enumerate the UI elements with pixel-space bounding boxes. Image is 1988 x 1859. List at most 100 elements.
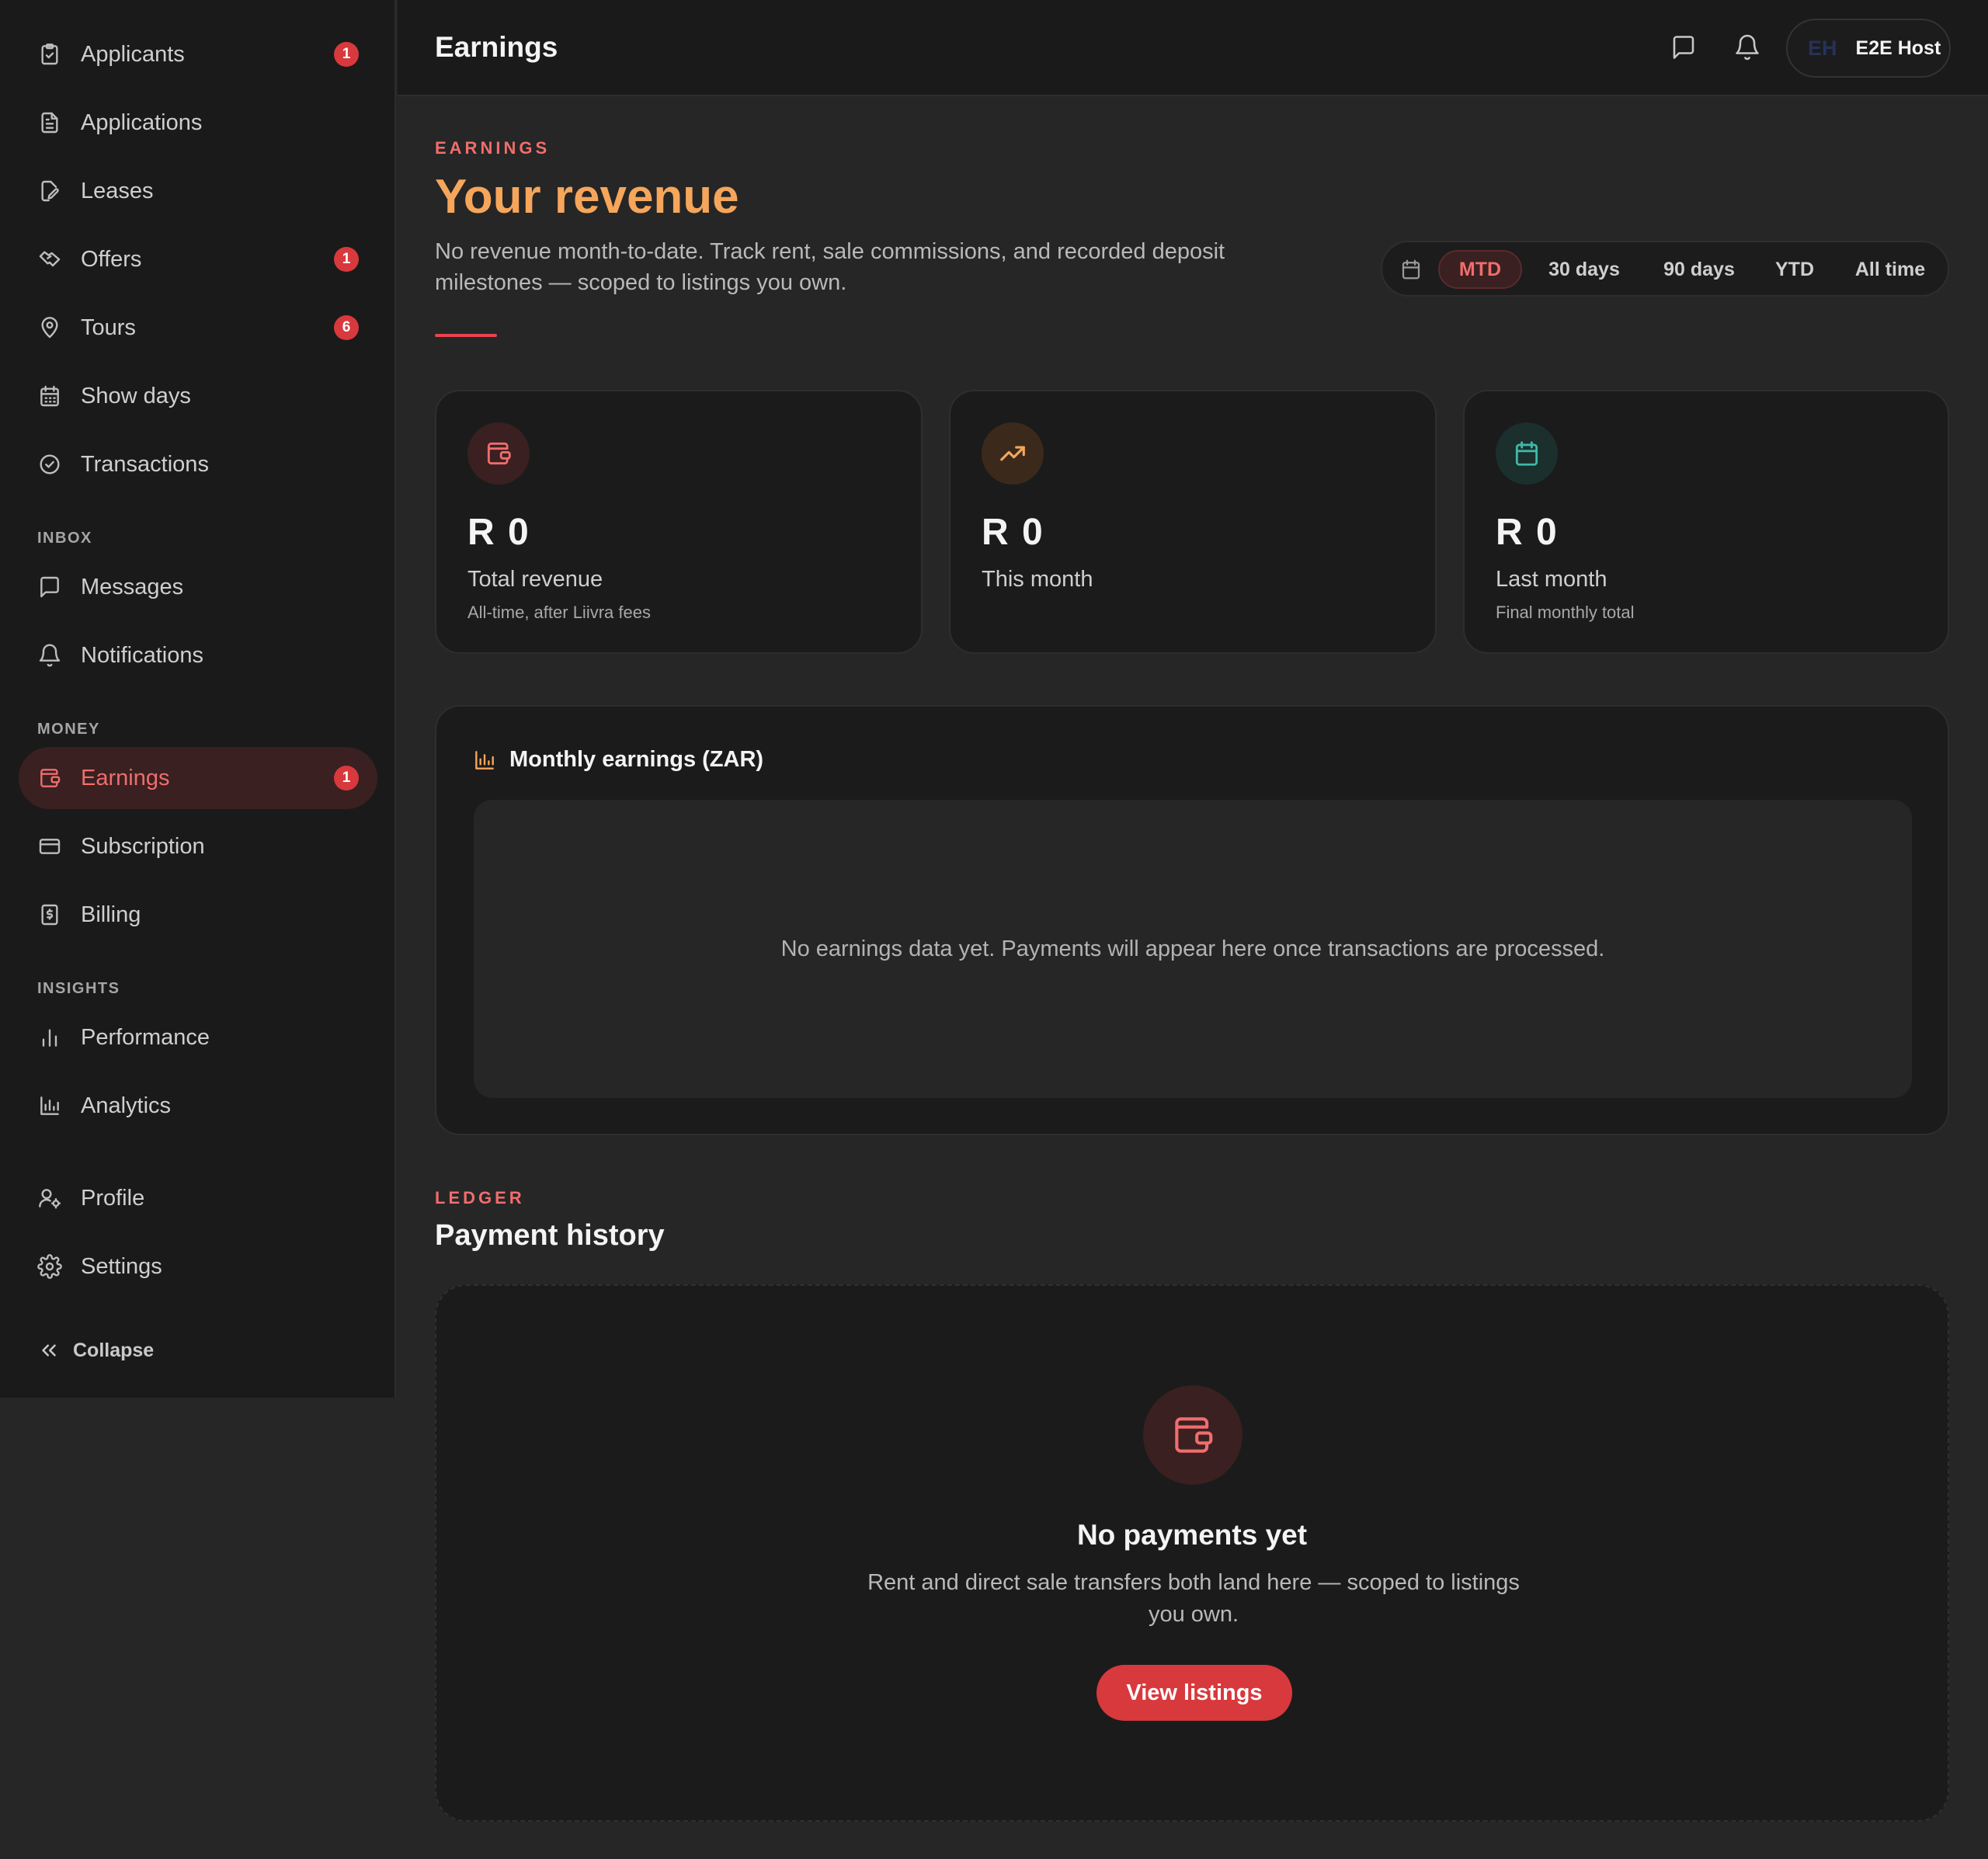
sidebar-item-offers[interactable]: Offers 1 bbox=[19, 228, 377, 290]
chevrons-left-icon bbox=[42, 1344, 56, 1357]
sidebar-item-analytics[interactable]: Analytics bbox=[19, 1075, 377, 1137]
sidebar-item-profile[interactable]: Profile bbox=[19, 1167, 377, 1229]
sidebar-item-label: Earnings bbox=[81, 765, 170, 791]
stat-card-this-month: R 0 This month bbox=[949, 390, 1437, 654]
calendar-grid-icon bbox=[40, 385, 59, 407]
range-option-ytd[interactable]: YTD bbox=[1760, 250, 1830, 289]
sidebar-item-applications[interactable]: Applications bbox=[19, 92, 377, 154]
view-listings-button[interactable]: View listings bbox=[1097, 1665, 1292, 1721]
empty-state-icon-badge bbox=[1143, 1385, 1242, 1485]
bell-icon[interactable] bbox=[1733, 33, 1761, 61]
sidebar-item-show-days[interactable]: Show days bbox=[19, 365, 377, 427]
pen-document-icon bbox=[41, 180, 59, 202]
sidebar-item-notifications[interactable]: Notifications bbox=[19, 624, 377, 686]
count-badge: 1 bbox=[334, 247, 359, 272]
trending-up-icon bbox=[1000, 446, 1025, 461]
sidebar-item-label: Applications bbox=[81, 109, 203, 135]
document-icon bbox=[41, 112, 58, 134]
sidebar-item-subscription[interactable]: Subscription bbox=[19, 815, 377, 877]
map-pin-icon bbox=[41, 317, 58, 339]
collapse-label: Collapse bbox=[73, 1339, 155, 1361]
count-badge: 1 bbox=[334, 42, 359, 67]
sidebar: Applicants 1 Applications Leases Offers … bbox=[0, 0, 396, 1398]
accent-divider bbox=[435, 334, 497, 337]
sidebar-item-label: Show days bbox=[81, 383, 191, 408]
sidebar-item-messages[interactable]: Messages bbox=[19, 556, 377, 618]
sidebar-item-label: Notifications bbox=[81, 642, 203, 668]
ledger-title: Payment history bbox=[435, 1219, 665, 1252]
ledger-eyebrow: LEDGER bbox=[435, 1188, 525, 1207]
count-badge: 1 bbox=[334, 766, 359, 791]
stat-sublabel: Final monthly total bbox=[1496, 603, 1635, 622]
section-heading-money: MONEY bbox=[37, 721, 100, 738]
sidebar-item-label: Subscription bbox=[81, 833, 205, 859]
range-option-90-days[interactable]: 90 days bbox=[1645, 250, 1753, 289]
message-icon bbox=[40, 576, 59, 598]
calendar-icon bbox=[1515, 441, 1538, 466]
section-eyebrow: EARNINGS bbox=[435, 138, 551, 158]
chart-empty-state: No earnings data yet. Payments will appe… bbox=[474, 800, 1912, 1098]
stat-value: R 0 bbox=[1496, 512, 1559, 553]
handshake-icon bbox=[39, 251, 61, 267]
chart-header: Monthly earnings (ZAR) bbox=[472, 747, 763, 773]
user-menu-button[interactable]: EH E2E Host bbox=[1786, 19, 1951, 78]
empty-state-title: No payments yet bbox=[1076, 1519, 1308, 1551]
sidebar-item-applicants[interactable]: Applicants 1 bbox=[19, 23, 377, 85]
sidebar-item-billing[interactable]: Billing bbox=[19, 884, 377, 946]
stat-sublabel: All-time, after Liivra fees bbox=[467, 603, 651, 622]
wallet-icon bbox=[1175, 1417, 1213, 1453]
sidebar-item-transactions[interactable]: Transactions bbox=[19, 433, 377, 495]
payment-history-card: No payments yet Rent and direct sale tra… bbox=[435, 1284, 1949, 1822]
section-heading-insights: INSIGHTS bbox=[37, 980, 120, 997]
avatar: EH bbox=[1808, 36, 1837, 60]
sidebar-item-leases[interactable]: Leases bbox=[19, 160, 377, 222]
chart-title: Monthly earnings (ZAR) bbox=[509, 747, 764, 772]
user-name: E2E Host bbox=[1855, 36, 1941, 59]
range-option-all-time[interactable]: All time bbox=[1836, 250, 1945, 289]
credit-card-icon bbox=[39, 839, 61, 854]
count-badge: 6 bbox=[334, 315, 359, 340]
sidebar-item-label: Applicants bbox=[81, 41, 185, 67]
hero-title: Your revenue bbox=[435, 170, 739, 224]
collapse-button[interactable]: Collapse bbox=[37, 1339, 154, 1362]
hero-subtitle: No revenue month-to-date. Track rent, sa… bbox=[435, 239, 1225, 295]
sidebar-item-label: Transactions bbox=[81, 451, 209, 477]
stat-card-total-revenue: R 0 Total revenue All-time, after Liivra… bbox=[435, 390, 923, 654]
bar-chart-icon bbox=[42, 1029, 57, 1047]
sidebar-item-settings[interactable]: Settings bbox=[19, 1235, 377, 1298]
sidebar-item-label: Analytics bbox=[81, 1093, 172, 1118]
sidebar-item-label: Offers bbox=[81, 246, 142, 272]
sidebar-item-tours[interactable]: Tours 6 bbox=[19, 297, 377, 359]
monthly-earnings-card: Monthly earnings (ZAR) No earnings data … bbox=[435, 705, 1949, 1135]
stat-icon-badge bbox=[1496, 422, 1558, 485]
sidebar-item-performance[interactable]: Performance bbox=[19, 1006, 377, 1068]
sidebar-item-label: Leases bbox=[81, 178, 154, 203]
analytics-chart-icon bbox=[40, 1096, 59, 1115]
user-gear-icon bbox=[39, 1189, 61, 1209]
message-icon[interactable] bbox=[1670, 33, 1698, 61]
sidebar-item-label: Performance bbox=[81, 1024, 210, 1050]
sidebar-item-label: Tours bbox=[81, 314, 136, 340]
stat-icon-badge bbox=[467, 422, 530, 485]
sidebar-item-label: Settings bbox=[81, 1253, 162, 1279]
stat-label: This month bbox=[982, 567, 1093, 592]
stat-icon-badge bbox=[982, 422, 1044, 485]
clipboard-icon bbox=[41, 43, 58, 65]
sidebar-item-label: Billing bbox=[81, 902, 141, 927]
page-title: Earnings bbox=[435, 31, 558, 63]
section-heading-inbox: INBOX bbox=[37, 530, 92, 547]
calendar-icon bbox=[1402, 259, 1420, 280]
date-range-selector: MTD 30 days 90 days YTD All time bbox=[1381, 241, 1949, 297]
range-option-mtd[interactable]: MTD bbox=[1438, 250, 1522, 289]
range-option-30-days[interactable]: 30 days bbox=[1530, 250, 1639, 289]
stat-value: R 0 bbox=[467, 512, 530, 553]
receipt-icon bbox=[41, 904, 58, 926]
stat-card-last-month: R 0 Last month Final monthly total bbox=[1463, 390, 1949, 654]
bell-icon bbox=[39, 644, 61, 667]
sidebar-item-earnings[interactable]: Earnings 1 bbox=[19, 747, 377, 809]
wallet-icon bbox=[40, 769, 61, 787]
stat-value: R 0 bbox=[982, 512, 1044, 553]
stat-label: Total revenue bbox=[467, 567, 603, 592]
analytics-chart-icon bbox=[475, 750, 494, 770]
check-circle-icon bbox=[40, 454, 60, 474]
